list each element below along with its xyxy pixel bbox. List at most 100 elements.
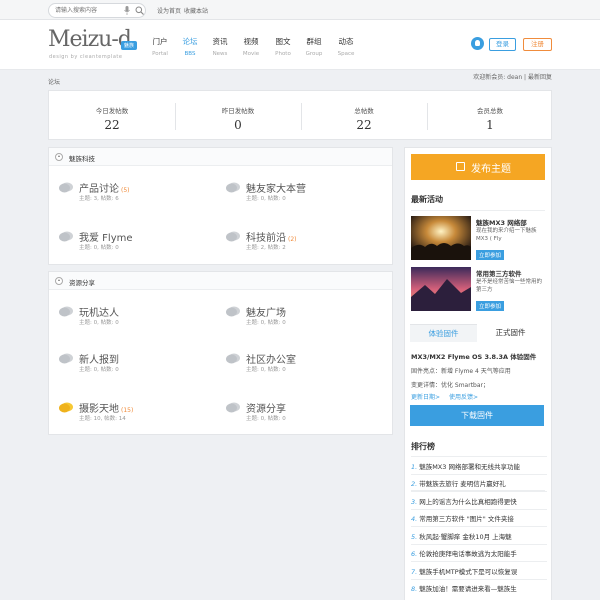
forum-meta: 主题: 0, 帖数: 0 — [79, 320, 119, 326]
forum-bubble-icon — [226, 353, 240, 364]
section-header[interactable]: 资源分享 — [49, 272, 392, 290]
nav-label: 论坛 — [182, 37, 198, 46]
forum-item[interactable]: 玩机达人 主题: 0, 帖数: 0 — [59, 304, 219, 334]
search-box[interactable] — [48, 3, 146, 18]
tab-beta-firmware[interactable]: 体验固件 — [410, 324, 477, 342]
ranking-item-title[interactable]: 秋风起·蟹脚痒 金秋10月 上海魅 — [419, 533, 511, 541]
forum-item[interactable]: 魅友家大本营 主题: 0, 帖数: 0 — [226, 180, 386, 210]
activity-title[interactable]: 魅族MX3 网络部 — [476, 217, 527, 227]
forum-item[interactable]: 科技前沿 (2) 主题: 2, 帖数: 2 — [226, 229, 386, 259]
forum-bubble-icon — [59, 353, 73, 364]
forum-bubble-new-icon — [59, 402, 73, 413]
ranking-item-title[interactable]: 魅族加油！需要请进来看—魅族生 — [419, 585, 517, 593]
ranking-item[interactable]: 2. 带魅族去旅行 麦明信片赢好礼 — [411, 478, 547, 488]
forum-meta: 主题: 0, 帖数: 0 — [246, 196, 286, 202]
mountain-photo-icon[interactable] — [411, 267, 471, 311]
join-now-button[interactable]: 立即参加 — [476, 250, 505, 260]
ranking-item[interactable]: 7. 魅族手机MTP模式下是可以恢复误 — [411, 566, 547, 576]
new-count-badge: (2) — [288, 236, 297, 243]
forum-name[interactable]: 产品讨论 (5) — [79, 180, 130, 195]
collapse-icon[interactable] — [55, 277, 63, 285]
ranking-item-title[interactable]: 魅族MX3 网络部署和无线共享功能 — [419, 463, 520, 471]
forum-bubble-icon — [226, 306, 240, 317]
ranking-item-title[interactable]: 魅族手机MTP模式下是可以恢复误 — [419, 568, 517, 576]
update-date-link[interactable]: 更新日期> — [411, 392, 440, 401]
add-favorite-link[interactable]: 收藏本站 — [184, 6, 208, 15]
forum-meta: 主题: 0, 帖数: 0 — [246, 367, 286, 373]
nav-bbs[interactable]: 论坛 BBS — [178, 36, 202, 57]
nav-movie[interactable]: 视频 Movie — [239, 36, 263, 57]
ranking-item[interactable]: 1. 魅族MX3 网络部署和无线共享功能 — [411, 461, 547, 471]
register-button[interactable]: 注册 — [523, 38, 552, 51]
join-now-button[interactable]: 立即参加 — [476, 301, 505, 311]
activity-item[interactable]: 常用第三方软件 是不是经常苦恼一些常用的第三方 立即参加 — [411, 267, 545, 313]
stat-label: 昨日发帖数 — [221, 107, 255, 115]
forum-name[interactable]: 社区办公室 — [246, 351, 298, 366]
ranking-item[interactable]: 5. 秋风起·蟹脚痒 金秋10月 上海魅 — [411, 531, 547, 541]
nav-news[interactable]: 资讯 News — [208, 36, 232, 57]
forum-bubble-icon — [226, 231, 240, 242]
stat-yesterday: 昨日发帖数 0 — [175, 91, 301, 141]
forum-name[interactable]: 科技前沿 (2) — [246, 229, 297, 244]
latest-reply-link[interactable]: 最新回复 — [528, 74, 552, 81]
microphone-icon[interactable] — [124, 6, 130, 15]
ranking-item[interactable]: 8. 魅族加油！需要请进来看—魅族生 — [411, 583, 547, 593]
forum-item[interactable]: 新人报到 主题: 0, 帖数: 0 — [59, 351, 219, 381]
activity-title[interactable]: 常用第三方软件 — [476, 268, 522, 278]
nav-photo[interactable]: 图文 Photo — [271, 36, 295, 57]
site-logo[interactable]: Meizu-d — [48, 27, 132, 52]
nav-group[interactable]: 群组 Group — [302, 36, 326, 57]
set-homepage-link[interactable]: 设为首页 — [157, 6, 181, 15]
logo-subtitle: design by cleantemplate — [49, 54, 123, 60]
forum-name[interactable]: 摄影天地 (15) — [79, 400, 133, 415]
ranking-item-title[interactable]: 常用第三方软件 "图片" 文件夹接 — [419, 515, 514, 523]
ranking-item-title[interactable]: 伦敦抢庚拜电话事故逃为太阳能手 — [419, 550, 517, 558]
search-input[interactable] — [55, 5, 115, 16]
ranking-item-title[interactable]: 网上的谣言为什么比真相跑得更快 — [419, 498, 517, 506]
firmware-title: MX3/MX2 Flyme OS 3.8.3A 体验固件 — [411, 353, 537, 361]
forum-name[interactable]: 我爱 Flyme — [79, 229, 135, 244]
new-topic-button[interactable]: 发布主题 — [411, 154, 545, 180]
ranking-item[interactable]: 3. 网上的谣言为什么比真相跑得更快 — [411, 496, 547, 506]
collapse-icon[interactable] — [55, 153, 63, 161]
firmware-highlight: 固件亮点：新增 Flyme 4 天气等应用 — [411, 368, 511, 375]
divider — [411, 491, 547, 492]
divider — [411, 561, 547, 562]
concert-photo-icon[interactable] — [411, 216, 471, 260]
forum-item[interactable]: 产品讨论 (5) 主题: 3, 帖数: 6 — [59, 180, 219, 210]
forum-name[interactable]: 魅友广场 — [246, 304, 288, 319]
forum-name[interactable]: 资源分享 — [246, 400, 288, 415]
tab-official-firmware[interactable]: 正式固件 — [477, 324, 544, 342]
login-button[interactable]: 登录 — [489, 38, 516, 51]
nav-portal[interactable]: 门户 Portal — [148, 36, 172, 57]
forum-item[interactable]: 资源分享 主题: 0, 帖数: 0 — [226, 400, 386, 430]
forum-item[interactable]: 魅友广场 主题: 0, 帖数: 0 — [226, 304, 386, 334]
search-icon[interactable] — [135, 6, 144, 15]
qq-login-icon[interactable] — [471, 37, 484, 50]
nav-sublabel: Movie — [242, 51, 260, 57]
ranking-item[interactable]: 4. 常用第三方软件 "图片" 文件夹接 — [411, 513, 547, 523]
forum-item[interactable]: 摄影天地 (15) 主题: 10, 帖数: 14 — [59, 400, 219, 430]
divider — [411, 526, 547, 527]
section-header[interactable]: 魅族科技 — [49, 148, 392, 166]
stat-label: 今日发帖数 — [95, 107, 129, 115]
activity-item[interactable]: 魅族MX3 网络部 现在我的来介绍一下魅族MX3 ( Fly 立即参加 — [411, 216, 545, 262]
download-firmware-button[interactable]: 下载固件 — [410, 405, 544, 426]
nav-space[interactable]: 动态 Space — [334, 36, 358, 57]
forum-item[interactable]: 我爱 Flyme 主题: 0, 帖数: 0 — [59, 229, 219, 259]
breadcrumb[interactable]: 论坛 — [48, 77, 60, 86]
stat-label: 会员总数 — [477, 107, 503, 115]
feedback-link[interactable]: 使用反馈> — [449, 392, 478, 401]
ranking-item[interactable]: 6. 伦敦抢庚拜电话事故逃为太阳能手 — [411, 548, 547, 558]
forum-item[interactable]: 社区办公室 主题: 0, 帖数: 0 — [226, 351, 386, 381]
forum-name[interactable]: 魅友家大本营 — [246, 180, 308, 195]
ranking-item-title[interactable]: 带魅族去旅行 麦明信片赢好礼 — [419, 480, 506, 488]
nav-label: 资讯 — [212, 37, 228, 46]
forum-section-meizu: 魅族科技 产品讨论 (5) 主题: 3, 帖数: 6 魅友家大本营 主题: 0, … — [48, 147, 393, 265]
new-member-link[interactable]: dean — [507, 74, 522, 81]
forum-name[interactable]: 玩机达人 — [79, 304, 121, 319]
divider — [411, 509, 547, 510]
forum-name[interactable]: 新人报到 — [79, 351, 121, 366]
nav-sublabel: News — [212, 51, 228, 57]
stat-value: 1 — [486, 118, 494, 132]
